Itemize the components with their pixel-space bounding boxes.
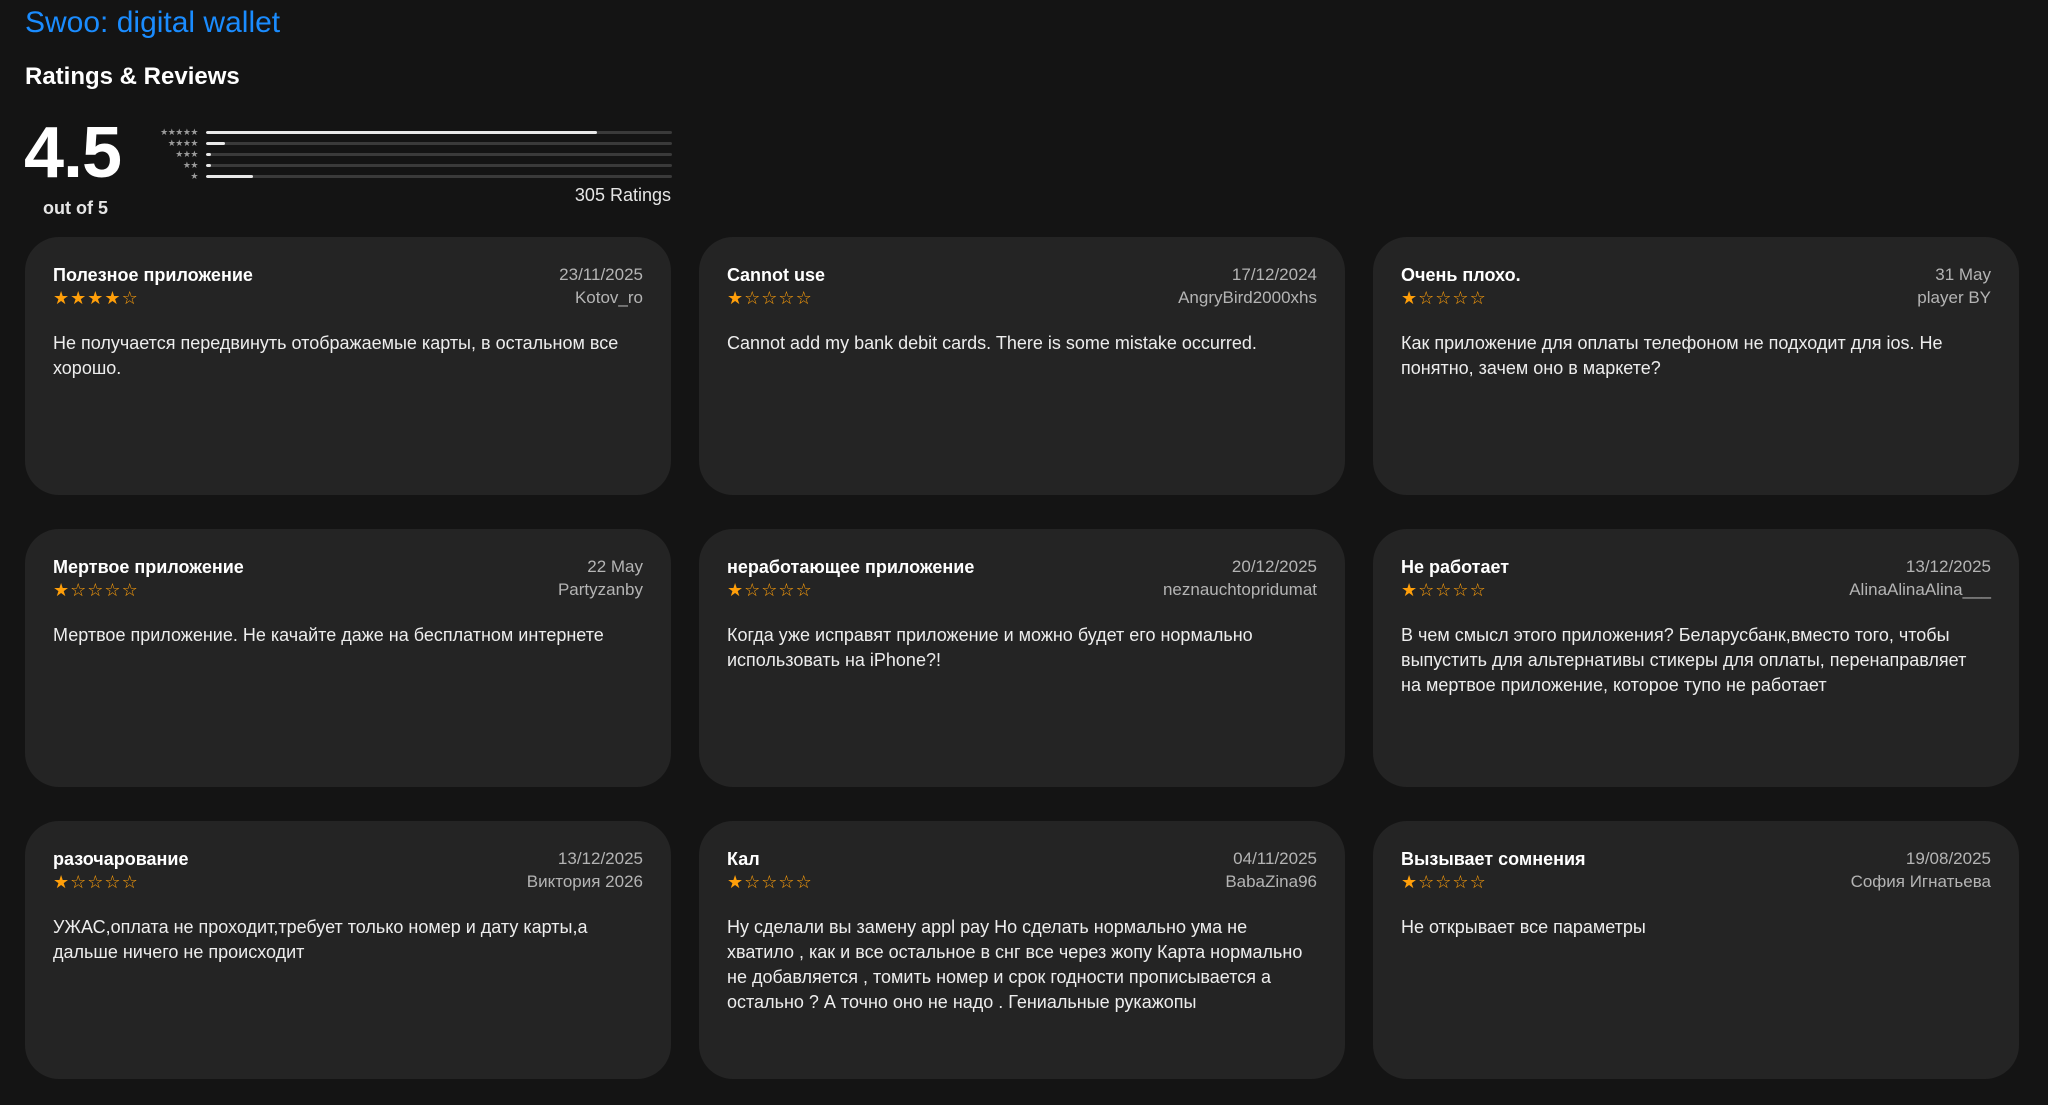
histogram-stars-icon: ★★★ xyxy=(175,149,198,159)
review-body: Мертвое приложение. Не качайте даже на б… xyxy=(53,625,604,645)
review-author: AngryBird2000xhs xyxy=(1178,288,1317,307)
ratings-section-title: Ratings & Reviews xyxy=(25,63,240,90)
star-rating-icon: ★★★★☆ xyxy=(53,288,139,308)
ratings-count: 305 Ratings xyxy=(574,185,671,205)
histogram-row-4-stars: ★★★★ xyxy=(150,138,672,149)
review-title: Полезное приложение xyxy=(53,265,253,285)
histogram-bar xyxy=(206,153,211,156)
histogram-bar xyxy=(206,142,225,145)
review-card[interactable]: Кал 04/11/2025 ★☆☆☆☆ BabaZina96 Ну сдела… xyxy=(699,821,1345,1079)
review-body: Когда уже исправят приложение и можно бу… xyxy=(727,625,1253,670)
review-author: Kotov_ro xyxy=(574,288,643,307)
histogram-bar xyxy=(206,175,253,178)
histogram-bar xyxy=(206,164,211,167)
review-date: 17/12/2024 xyxy=(1231,265,1317,284)
average-rating: 4.5 xyxy=(24,113,122,193)
reviews-grid: Полезное приложение 23/11/2025 ★★★★☆ Kot… xyxy=(25,237,2019,1079)
review-title: неработающее приложение xyxy=(727,557,975,577)
histogram-row-1-star: ★ xyxy=(150,171,672,182)
star-rating-icon: ★☆☆☆☆ xyxy=(1401,872,1487,892)
histogram-stars-icon: ★★ xyxy=(182,160,199,170)
review-date: 23/11/2025 xyxy=(559,265,643,284)
review-title: Кал xyxy=(727,849,760,869)
histogram-row-2-stars: ★★ xyxy=(150,160,672,171)
review-date: 13/12/2025 xyxy=(557,849,643,868)
review-author: Partyzanby xyxy=(557,580,643,599)
review-card[interactable]: неработающее приложение 20/12/2025 ★☆☆☆☆… xyxy=(699,529,1345,787)
review-title: Очень плохо. xyxy=(1401,265,1521,285)
histogram-stars-icon: ★★★★ xyxy=(167,138,199,148)
review-date: 13/12/2025 xyxy=(1905,557,1991,576)
histogram-track xyxy=(206,153,672,156)
review-body: Как приложение для оплаты телефоном не п… xyxy=(1401,333,1943,378)
histogram-stars-icon: ★ xyxy=(190,171,198,181)
review-card[interactable]: Очень плохо. 31 May ★☆☆☆☆ player BY Как … xyxy=(1373,237,2019,495)
rating-scale-label: out of 5 xyxy=(43,198,108,218)
star-rating-icon: ★☆☆☆☆ xyxy=(727,872,813,892)
histogram-track xyxy=(206,175,672,178)
review-card[interactable]: Вызывает сомнения 19/08/2025 ★☆☆☆☆ София… xyxy=(1373,821,2019,1079)
star-rating-icon: ★☆☆☆☆ xyxy=(727,288,813,308)
review-date: 20/12/2025 xyxy=(1231,557,1317,576)
review-card[interactable]: Мертвое приложение 22 May ★☆☆☆☆ Partyzan… xyxy=(25,529,671,787)
review-author: София Игнатьева xyxy=(1850,872,1991,891)
review-author: player BY xyxy=(1917,288,1991,307)
star-rating-icon: ★☆☆☆☆ xyxy=(53,872,139,892)
review-author: BabaZina96 xyxy=(1225,872,1317,891)
review-card[interactable]: разочарование 13/12/2025 ★☆☆☆☆ Виктория … xyxy=(25,821,671,1079)
histogram-bar xyxy=(206,131,598,134)
review-title: Не работает xyxy=(1401,557,1510,577)
review-author: neznauchtopridumat xyxy=(1162,580,1317,599)
review-body: Не получается передвинуть отображаемые к… xyxy=(53,333,619,378)
review-title: Cannot use xyxy=(727,265,826,285)
histogram-track xyxy=(206,131,672,134)
review-body: УЖАС,оплата не проходит,требует только н… xyxy=(53,917,588,962)
review-body: Не открывает все параметры xyxy=(1401,917,1646,937)
review-title: Мертвое приложение xyxy=(53,557,244,577)
histogram-track xyxy=(206,142,672,145)
review-title: разочарование xyxy=(53,849,189,869)
review-body: Cannot add my bank debit cards. There is… xyxy=(727,333,1257,353)
review-card[interactable]: Cannot use 17/12/2024 ★☆☆☆☆ AngryBird200… xyxy=(699,237,1345,495)
review-date: 22 May xyxy=(587,557,643,576)
review-date: 31 May xyxy=(1935,265,1991,284)
histogram-stars-icon: ★★★★★ xyxy=(160,127,198,137)
review-title: Вызывает сомнения xyxy=(1401,849,1586,869)
review-card[interactable]: Не работает 13/12/2025 ★☆☆☆☆ AlinaAlinaA… xyxy=(1373,529,2019,787)
star-rating-icon: ★☆☆☆☆ xyxy=(53,580,139,600)
histogram-track xyxy=(206,164,672,167)
star-rating-icon: ★☆☆☆☆ xyxy=(727,580,813,600)
review-date: 04/11/2025 xyxy=(1233,849,1317,868)
app-title-link[interactable]: Swoo: digital wallet xyxy=(25,4,280,42)
star-rating-icon: ★☆☆☆☆ xyxy=(1401,288,1487,308)
review-body: Ну сделали вы замену appl pay Но сделать… xyxy=(727,917,1303,1012)
star-rating-icon: ★☆☆☆☆ xyxy=(1401,580,1487,600)
review-author: AlinaAlinaAlina___ xyxy=(1849,580,1991,599)
review-author: Виктория 2026 xyxy=(526,872,643,891)
histogram-row-3-stars: ★★★ xyxy=(150,149,672,160)
rating-histogram: ★★★★★ ★★★★ ★★★ ★★ ★ xyxy=(150,127,672,182)
review-date: 19/08/2025 xyxy=(1905,849,1991,868)
review-card[interactable]: Полезное приложение 23/11/2025 ★★★★☆ Kot… xyxy=(25,237,671,495)
review-body: В чем смысл этого приложения? Беларусбан… xyxy=(1401,625,1967,695)
histogram-row-5-stars: ★★★★★ xyxy=(150,127,672,138)
